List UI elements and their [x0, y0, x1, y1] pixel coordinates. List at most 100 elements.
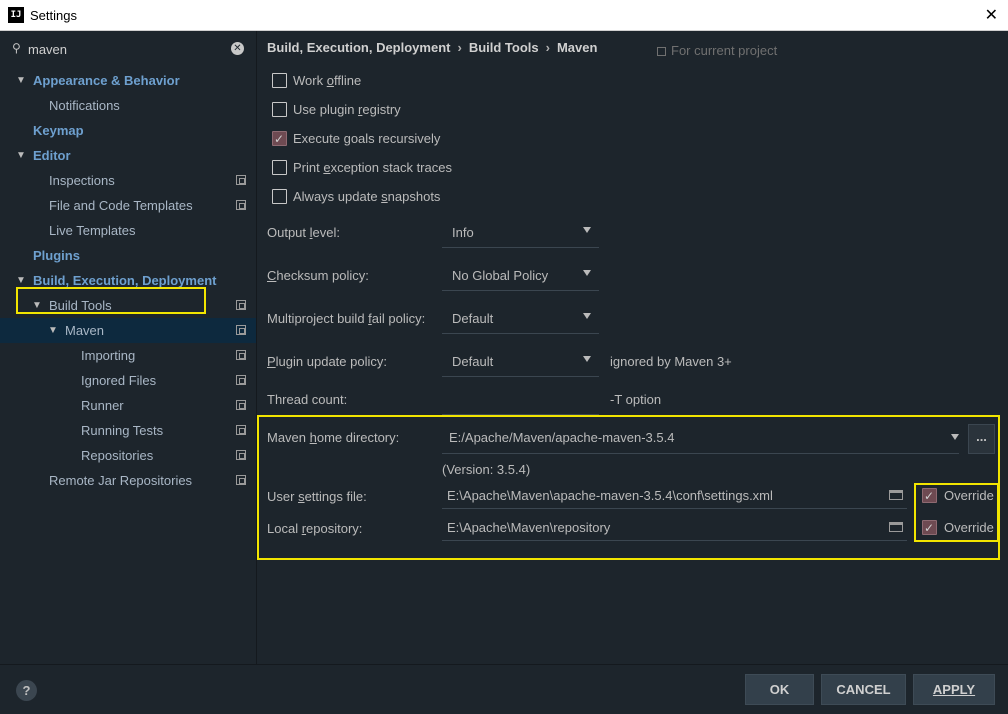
tree-item[interactable]: ▼ Maven: [0, 318, 256, 343]
apply-button-label: APPLY: [932, 682, 976, 697]
tree-item[interactable]: Live Templates: [0, 218, 256, 243]
project-scope-icon: [236, 425, 246, 435]
project-scope-icon: [236, 450, 246, 460]
checkbox-box[interactable]: [272, 102, 287, 117]
plugin-update-policy-dropdown[interactable]: Default: [442, 347, 599, 377]
override-highlight-box: [914, 483, 999, 542]
clear-search-icon[interactable]: ✕: [231, 42, 244, 55]
tree-item[interactable]: Plugins: [0, 243, 256, 268]
checkbox-label: Execute goals recursively: [293, 131, 441, 146]
tree-item[interactable]: Keymap: [0, 118, 256, 143]
checkbox-label: Always update snapshots: [293, 189, 441, 204]
tree-item-label: Notifications: [49, 98, 120, 113]
tree-item[interactable]: Ignored Files: [0, 368, 256, 393]
settings-tree: ▼ Appearance & Behavior Notifications Keyma…: [0, 68, 256, 493]
checkbox-box[interactable]: [272, 129, 287, 149]
tree-item[interactable]: File and Code Templates: [0, 193, 256, 218]
project-scope-icon: [236, 350, 246, 360]
expand-arrow-icon[interactable]: ▼: [16, 68, 26, 93]
tree-item[interactable]: Repositories: [0, 443, 256, 468]
tree-item-label: Live Templates: [49, 223, 136, 238]
tree-item-label: Maven: [65, 323, 105, 338]
thread-count-label: Thread count:: [267, 392, 348, 407]
dropdown-value: Info: [452, 225, 474, 240]
project-scope-icon: [236, 475, 246, 485]
tree-item-label: Appearance & Behavior: [33, 73, 180, 88]
help-icon[interactable]: ?: [16, 680, 37, 701]
checksum-policy-label: Checksum policy:: [267, 268, 369, 283]
checkbox-label: Use plugin registry: [293, 102, 401, 117]
checksum-policy-dropdown[interactable]: No Global Policy: [442, 261, 599, 291]
breadcrumb-item: Build Tools: [468, 40, 539, 55]
tree-item-label: Repositories: [81, 448, 154, 463]
project-scope-icon: [236, 300, 246, 310]
cancel-button[interactable]: CANCEL: [821, 674, 906, 705]
project-scope-icon: [236, 200, 246, 210]
settings-sidebar: ⚲ ✕ ▼ Appearance & Behavior Notifications K…: [0, 31, 257, 664]
checkbox-label: Print exception stack traces: [293, 160, 452, 175]
title-bar: IJ Settings ✕: [0, 0, 1008, 31]
tree-item-label: File and Code Templates: [49, 198, 193, 213]
breadcrumb-item: Maven: [556, 40, 598, 55]
expand-arrow-icon[interactable]: ▼: [16, 143, 26, 168]
project-scope-icon: [236, 400, 246, 410]
breadcrumb-separator: ›: [545, 40, 550, 55]
plugin-update-policy-label: Plugin update policy:: [267, 354, 387, 369]
window-title: Settings: [30, 8, 77, 23]
breadcrumb-separator: ›: [457, 40, 462, 55]
maven-paths-highlight-box: [257, 415, 1000, 560]
ok-button[interactable]: OK: [745, 674, 814, 705]
multiproject-fail-policy-dropdown[interactable]: Default: [442, 304, 599, 334]
for-current-project: For current project: [657, 43, 777, 58]
tree-item-label: Importing: [81, 348, 136, 363]
tree-item[interactable]: Notifications: [0, 93, 256, 118]
checkbox-box[interactable]: [272, 73, 287, 88]
checkbox-box[interactable]: [272, 189, 287, 204]
tree-item-label: Keymap: [33, 123, 84, 138]
tree-item-label: Inspections: [49, 173, 115, 188]
chevron-down-icon: [583, 313, 591, 319]
breadcrumb: Build, Execution, Deployment › Build Tools…: [267, 40, 597, 55]
dropdown-value: Default: [452, 354, 494, 369]
breadcrumb-item: Build, Execution, Deployment: [267, 40, 451, 55]
dialog-button-bar: ? OK CANCEL APPLY: [0, 664, 1008, 714]
chevron-down-icon: [583, 270, 591, 276]
project-scope-icon: [236, 375, 246, 385]
search-icon: ⚲: [12, 41, 21, 55]
tree-item[interactable]: Importing: [0, 343, 256, 368]
intellij-app-icon: IJ: [8, 7, 24, 23]
search-input[interactable]: [28, 40, 218, 58]
tree-item-label: Ignored Files: [81, 373, 157, 388]
multiproject-fail-policy-label: Multiproject build fail policy:: [267, 311, 426, 326]
checkbox-box[interactable]: [272, 160, 287, 175]
chevron-down-icon: [583, 356, 591, 362]
tree-item-label: Running Tests: [81, 423, 164, 438]
maven-highlight-box: [16, 287, 206, 314]
maven-settings-panel: Build, Execution, Deployment › Build Tools…: [257, 31, 1008, 664]
tree-item-label: Runner: [81, 398, 124, 413]
tree-item[interactable]: ▼ Editor: [0, 143, 256, 168]
expand-arrow-icon[interactable]: ▼: [48, 318, 58, 343]
tree-item[interactable]: Inspections: [0, 168, 256, 193]
tree-item-label: Remote Jar Repositories: [49, 473, 193, 488]
thread-count-hint: -T option: [610, 392, 662, 407]
tree-item-label: Editor: [33, 148, 71, 163]
project-scope-icon: [657, 47, 666, 56]
plugin-update-hint: ignored by Maven 3+: [610, 354, 732, 369]
tree-item[interactable]: Running Tests: [0, 418, 256, 443]
apply-button[interactable]: APPLY: [913, 674, 995, 705]
settings-search: ⚲ ✕: [0, 35, 256, 63]
tree-item[interactable]: ▼ Appearance & Behavior: [0, 68, 256, 93]
checkbox-label: Work offline: [293, 73, 362, 88]
tree-item[interactable]: Remote Jar Repositories: [0, 468, 256, 493]
thread-count-input[interactable]: [442, 385, 599, 415]
dropdown-value: Default: [452, 311, 494, 326]
for-current-project-label: For current project: [671, 43, 778, 58]
output-level-label: Output level:: [267, 225, 340, 240]
output-level-dropdown[interactable]: Info: [442, 218, 599, 248]
close-icon[interactable]: ✕: [985, 5, 998, 25]
dropdown-value: No Global Policy: [452, 268, 549, 283]
tree-item[interactable]: Runner: [0, 393, 256, 418]
project-scope-icon: [236, 175, 246, 185]
chevron-down-icon: [583, 227, 591, 233]
